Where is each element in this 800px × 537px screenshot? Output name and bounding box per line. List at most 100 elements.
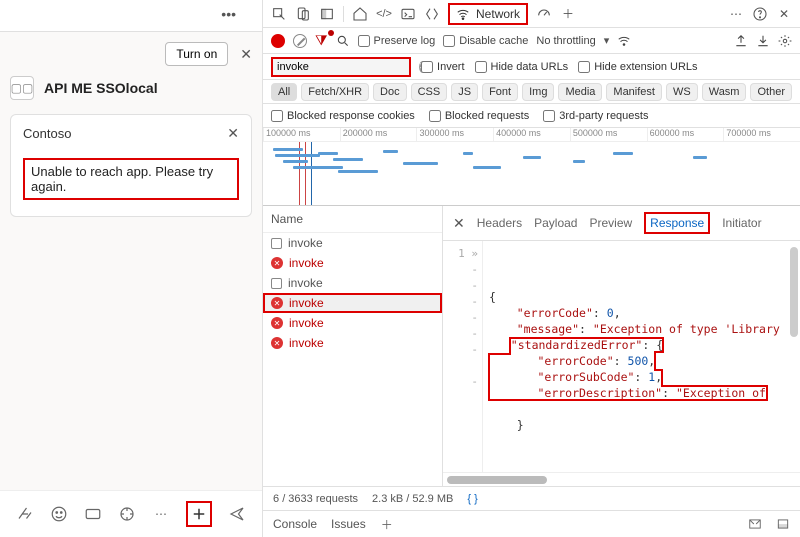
composer: ⋯ [0, 490, 262, 537]
waterfall-overview[interactable] [263, 142, 800, 206]
type-chip-fetch[interactable]: Fetch/XHR [301, 83, 369, 101]
throttling-select[interactable]: No throttling [536, 35, 595, 47]
tab-headers[interactable]: Headers [477, 216, 522, 230]
request-list-header[interactable]: Name [263, 206, 442, 233]
devtools-toolbar: </> Network ＋ ⋯ ✕ [263, 0, 800, 28]
teams-panel: ••• Turn on ✕ ▢▢ API ME SSOlocal Contoso… [0, 0, 263, 537]
inspect-icon[interactable] [271, 6, 287, 22]
close-icon[interactable]: ✕ [240, 46, 252, 63]
disable-cache-checkbox[interactable]: Disable cache [443, 35, 528, 47]
type-chip-doc[interactable]: Doc [373, 83, 407, 101]
type-chip-other[interactable]: Other [750, 83, 792, 101]
teams-header: ••• [0, 0, 262, 32]
type-chip-font[interactable]: Font [482, 83, 518, 101]
type-chip-img[interactable]: Img [522, 83, 554, 101]
sticker-icon[interactable] [118, 505, 136, 523]
type-chip-ws[interactable]: WS [666, 83, 698, 101]
type-chip-js[interactable]: JS [451, 83, 478, 101]
message-card: Contoso ✕ Unable to reach app. Please tr… [10, 114, 252, 217]
type-filter-row: All Fetch/XHR Doc CSS JS Font Img Media … [263, 80, 800, 104]
detail-tabs: ✕ Headers Payload Preview Response Initi… [443, 206, 800, 241]
vertical-scrollbar[interactable] [790, 247, 798, 337]
more-icon[interactable]: ••• [221, 6, 236, 22]
more-tools-icon[interactable]: ⋯ [728, 6, 744, 22]
type-chip-manifest[interactable]: Manifest [606, 83, 662, 101]
error-icon: ✕ [271, 257, 283, 269]
performance-icon[interactable] [536, 6, 552, 22]
home-icon[interactable] [352, 6, 368, 22]
filter-toggle-icon[interactable]: ⧩ [315, 32, 328, 49]
blocked-cookies-checkbox[interactable]: Blocked response cookies [271, 110, 415, 122]
drawer-add-icon[interactable]: ＋ [380, 517, 394, 531]
upload-icon[interactable] [734, 34, 748, 48]
drawer-tab-issues[interactable]: Issues [331, 517, 366, 531]
request-row[interactable]: ✕invoke [263, 253, 442, 273]
pretty-print-icon[interactable]: { } [467, 493, 477, 505]
filter-input[interactable] [277, 61, 419, 73]
request-row[interactable]: invoke [263, 273, 442, 293]
request-row[interactable]: invoke [263, 233, 442, 253]
request-row[interactable]: ✕invoke [263, 333, 442, 353]
format-icon[interactable] [16, 505, 34, 523]
request-count: 6 / 3633 requests [273, 493, 358, 505]
invert-checkbox[interactable]: Invert [421, 61, 465, 73]
tab-preview[interactable]: Preview [589, 216, 632, 230]
drawer-dock-icon[interactable] [776, 517, 790, 531]
dock-icon[interactable] [319, 6, 335, 22]
detail-close-icon[interactable]: ✕ [453, 215, 465, 232]
network-conditions-icon[interactable] [617, 34, 631, 48]
devtools: </> Network ＋ ⋯ ✕ ⧩ Preserve log Disable… [263, 0, 800, 537]
response-body[interactable]: 1 »------- { "errorCode": 0, "message": … [443, 241, 800, 472]
sources-icon[interactable] [424, 6, 440, 22]
network-label: Network [476, 7, 520, 21]
clear-button[interactable] [293, 34, 307, 48]
third-party-checkbox[interactable]: 3rd-party requests [543, 110, 648, 122]
emoji-icon[interactable] [50, 505, 68, 523]
request-list: Name invoke ✕invoke invoke ✕invoke ✕invo… [263, 206, 443, 486]
tab-response[interactable]: Response [644, 212, 710, 234]
drawer-tab-console[interactable]: Console [273, 517, 317, 531]
error-icon: ✕ [271, 297, 283, 309]
more-composer-icon[interactable]: ⋯ [152, 505, 170, 523]
add-button[interactable] [186, 501, 212, 527]
hide-ext-urls-checkbox[interactable]: Hide extension URLs [578, 61, 697, 73]
record-button[interactable] [271, 34, 285, 48]
console-icon[interactable] [400, 6, 416, 22]
card-close-icon[interactable]: ✕ [227, 125, 239, 142]
devtools-close-icon[interactable]: ✕ [776, 6, 792, 22]
send-icon[interactable] [228, 505, 246, 523]
tab-initiator[interactable]: Initiator [722, 216, 761, 230]
add-tab-icon[interactable]: ＋ [560, 6, 576, 22]
help-icon[interactable] [752, 6, 768, 22]
wifi-icon [456, 7, 470, 21]
type-chip-media[interactable]: Media [558, 83, 602, 101]
pending-icon [271, 238, 282, 249]
tab-payload[interactable]: Payload [534, 216, 577, 230]
preserve-log-checkbox[interactable]: Preserve log [358, 35, 436, 47]
request-row[interactable]: ✕invoke [263, 313, 442, 333]
hide-data-urls-checkbox[interactable]: Hide data URLs [475, 61, 569, 73]
download-icon[interactable] [756, 34, 770, 48]
blocked-requests-checkbox[interactable]: Blocked requests [429, 110, 529, 122]
horizontal-scrollbar[interactable] [443, 472, 800, 486]
elements-icon[interactable]: </> [376, 6, 392, 22]
filter-input-wrap: ✕ [271, 57, 411, 77]
network-controls: ⧩ Preserve log Disable cache No throttli… [263, 28, 800, 54]
type-chip-css[interactable]: CSS [411, 83, 448, 101]
pending-icon [271, 278, 282, 289]
type-chip-all[interactable]: All [271, 83, 297, 101]
search-icon[interactable] [336, 34, 350, 48]
request-row[interactable]: ✕invoke [263, 293, 442, 313]
error-message: Unable to reach app. Please try again. [23, 158, 239, 200]
tab-network[interactable]: Network [448, 3, 528, 25]
status-bar: 6 / 3633 requests 2.3 kB / 52.9 MB { } [263, 487, 800, 511]
chevron-down-icon: ▾ [604, 34, 610, 47]
app-icon: ▢▢ [10, 76, 34, 100]
device-icon[interactable] [295, 6, 311, 22]
card-title: Contoso [23, 126, 71, 141]
drawer-panel-icon[interactable] [748, 517, 762, 531]
gif-icon[interactable] [84, 505, 102, 523]
type-chip-wasm[interactable]: Wasm [702, 83, 747, 101]
gear-icon[interactable] [778, 34, 792, 48]
turn-on-button[interactable]: Turn on [165, 42, 228, 66]
